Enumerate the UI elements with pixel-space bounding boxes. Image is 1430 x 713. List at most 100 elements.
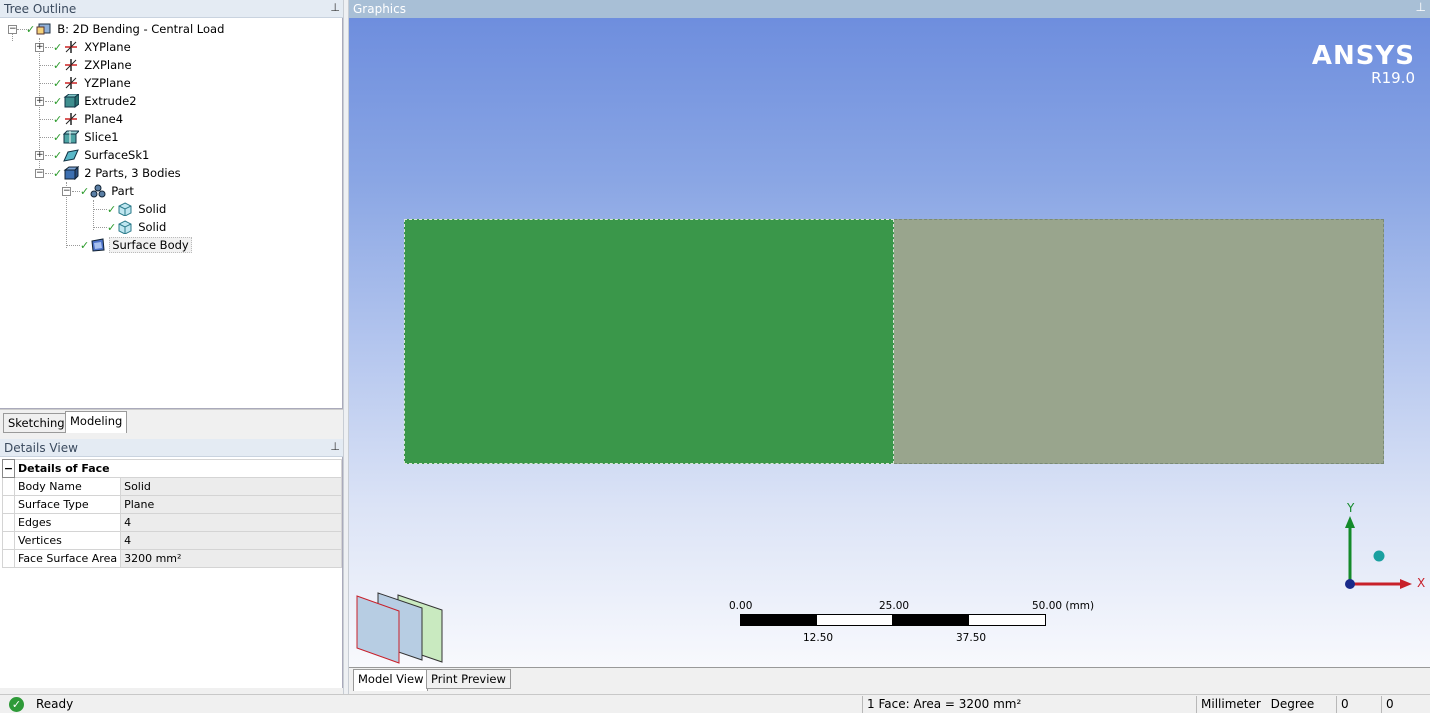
tree-item-part[interactable]: ✓ Part [80,182,136,200]
tree-item-surface-body[interactable]: ✓ Surface Body [80,236,192,254]
logo-version: R19.0 [1371,69,1415,87]
status-field-1: 0 [1336,696,1381,713]
plane-icon [63,112,79,126]
details-value[interactable]: 4 [120,513,342,532]
scale-label: 0.00 [729,600,753,612]
pin-icon[interactable]: ⊥ [330,440,340,453]
collapse-root-icon[interactable]: − [8,25,17,34]
graphics-tabs: Model View Print Preview [349,667,1430,691]
row-gutter [2,531,15,550]
details-value[interactable]: Plane [120,495,342,514]
status-ready: Ready [36,697,74,711]
tree-item-label: Slice1 [84,130,119,144]
tree-item-label: Plane4 [84,112,124,126]
tree-item-parts-bodies[interactable]: ✓ 2 Parts, 3 Bodies [53,164,183,182]
checkmark-icon: ✓ [80,184,90,198]
pin-icon[interactable]: ⊥ [1416,0,1426,14]
tree-item-label: SurfaceSk1 [84,148,150,162]
checkmark-icon: ✓ [26,22,36,36]
details-value[interactable]: Solid [120,477,342,496]
scale-segment [816,614,893,626]
tree-item-yzplane[interactable]: ✓ YZPlane [53,74,133,92]
row-gutter [2,549,15,568]
row-gutter [2,513,15,532]
surface-body-icon [90,238,106,252]
tree-connector [72,191,80,192]
model-icon [36,22,52,36]
details-table: − Details of Face Body Name Solid Surfac… [2,459,342,568]
tree-item-label: B: 2D Bending - Central Load [57,22,225,36]
checkmark-icon: ✓ [53,130,63,144]
tab-sketching[interactable]: Sketching [3,413,70,433]
details-view-header: Details View ⊥ [0,439,345,457]
tree-connector [45,173,53,174]
solid-body-face[interactable] [894,219,1384,464]
tree-item-root[interactable]: ✓ B: 2D Bending - Central Load [26,20,226,38]
tab-model-view[interactable]: Model View [353,669,429,691]
checkmark-icon: ✓ [80,238,90,252]
scale-segment [892,614,969,626]
tree-item-xyplane[interactable]: ✓ XYPlane [53,38,133,56]
status-field-2: 0 [1381,696,1430,713]
status-units[interactable]: Millimeter Degree [1196,696,1336,713]
surface-sketch-icon [63,148,80,162]
solid-body-icon [117,220,133,235]
tree-item-plane4[interactable]: ✓ Plane4 [53,110,125,128]
details-row[interactable]: Vertices 4 [2,531,342,550]
collapse-group-icon[interactable]: − [2,459,15,478]
expand-surfacesk1-icon[interactable]: + [35,151,44,160]
tree-item-label: YZPlane [84,76,131,90]
tree-connector [40,137,53,138]
tree-connector [45,47,53,48]
details-value[interactable]: 4 [120,531,342,550]
details-view-title: Details View [4,441,78,455]
tree-item-solid-1[interactable]: ✓ Solid [107,200,168,218]
expand-extrude2-icon[interactable]: + [35,97,44,106]
graphics-header: Graphics ⊥ [349,0,1430,18]
details-view-panel: − Details of Face Body Name Solid Surfac… [0,457,343,688]
plane-icon [63,40,79,54]
expand-xyplane-icon[interactable]: + [35,43,44,52]
graphics-viewport[interactable]: ANSYS R19.0 0.00 25.00 50.00 (mm) 12.50 … [349,18,1430,667]
details-value[interactable]: 3200 mm² [120,549,342,568]
checkmark-icon: ✓ [107,202,117,216]
tree-connector [93,200,94,230]
tree-outline-title: Tree Outline [4,2,77,16]
collapse-parts-icon[interactable]: − [35,169,44,178]
details-group-row[interactable]: − Details of Face [2,459,342,478]
status-units-angle: Degree [1270,697,1315,711]
graphics-title: Graphics [353,2,406,16]
scale-label: 12.50 [803,632,834,644]
selected-face[interactable] [404,219,894,464]
tree-item-label: Extrude2 [84,94,137,108]
tree-connector [67,245,80,246]
tab-modeling[interactable]: Modeling [65,411,128,433]
axis-triad[interactable]: Y X [1337,496,1427,596]
tab-print-preview[interactable]: Print Preview [426,669,511,689]
details-row[interactable]: Body Name Solid [2,477,342,496]
plane-icon [63,58,79,72]
tree-item-slice1[interactable]: ✓ Slice1 [53,128,121,146]
details-row[interactable]: Edges 4 [2,513,342,532]
tree-connector [94,209,107,210]
checkmark-icon: ✓ [53,40,63,54]
checkmark-icon: ✓ [53,148,63,162]
scale-segment [740,614,817,626]
tree-connector [45,155,53,156]
tree-item-label: Surface Body [109,237,192,253]
tree-tabs: Sketching Modeling [0,409,343,434]
view-planes-icon [354,590,449,665]
tree-item-extrude2[interactable]: ✓ Extrude2 [53,92,139,110]
tree-item-surfacesk1[interactable]: ✓ SurfaceSk1 [53,146,151,164]
details-group-title: Details of Face [14,459,342,478]
tree-item-zxplane[interactable]: ✓ ZXPlane [53,56,134,74]
status-bar: ✓ Ready 1 Face: Area = 3200 mm² Millimet… [0,694,1430,713]
collapse-part-icon[interactable]: − [62,187,71,196]
parts-icon [63,165,80,181]
scale-bar: 0.00 25.00 50.00 (mm) 12.50 37.50 [699,596,1119,656]
details-row[interactable]: Surface Type Plane [2,495,342,514]
tree-item-solid-2[interactable]: ✓ Solid [107,218,168,236]
triad-x-label: X [1417,576,1426,590]
details-row[interactable]: Face Surface Area 3200 mm² [2,549,342,568]
pin-icon[interactable]: ⊥ [330,1,340,14]
